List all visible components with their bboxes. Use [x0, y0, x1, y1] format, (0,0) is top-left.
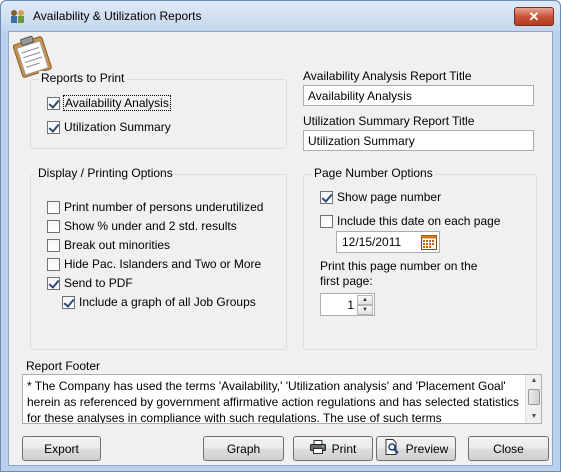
show-page-number-checkbox[interactable]: Show page number: [320, 189, 441, 205]
display-options-label: Display / Printing Options: [36, 166, 175, 180]
first-page-number-spinner[interactable]: 1 ▲ ▼: [320, 293, 375, 316]
close-button[interactable]: Close: [468, 436, 549, 461]
scroll-up-icon[interactable]: ▲: [528, 376, 540, 386]
utilization-summary-label: Utilization Summary: [64, 120, 171, 134]
graph-button-label: Graph: [226, 441, 261, 456]
include-date-check[interactable]: [320, 214, 333, 228]
preview-button[interactable]: Preview: [376, 436, 456, 461]
persons-underutilized-checkbox[interactable]: Print number of persons underutilized: [47, 199, 263, 215]
persons-underutilized-label: Print number of persons underutilized: [64, 200, 264, 214]
include-date-checkbox[interactable]: Include this date on each page: [320, 213, 500, 229]
report-footer-label: Report Footer: [26, 359, 101, 373]
availability-title-label: Availability Analysis Report Title: [303, 69, 472, 83]
persons-underutilized-check[interactable]: [47, 200, 60, 214]
show-page-number-label: Show page number: [337, 190, 442, 204]
spin-up-icon[interactable]: ▲: [357, 295, 373, 305]
window-title: Availability & Utilization Reports: [33, 9, 202, 23]
utilization-title-input[interactable]: Utilization Summary: [303, 130, 534, 151]
title-bar[interactable]: Availability & Utilization Reports ✕: [1, 1, 560, 31]
availability-title-input[interactable]: Availability Analysis: [303, 85, 534, 106]
report-footer-text: * The Company has used the terms 'Availa…: [27, 379, 520, 424]
utilization-title-label: Utilization Summary Report Title: [303, 114, 475, 128]
hide-pac-islanders-checkbox[interactable]: Hide Pac. Islanders and Two or More: [47, 256, 261, 272]
close-button-label: Close: [493, 441, 524, 456]
preview-icon: [384, 439, 400, 458]
print-button[interactable]: Print: [293, 436, 373, 461]
reports-to-print-group: [30, 79, 287, 149]
show-percent-under-label: Show % under and 2 std. results: [64, 219, 237, 233]
calendar-icon[interactable]: [421, 234, 437, 250]
scroll-thumb[interactable]: [528, 389, 540, 405]
availability-analysis-check[interactable]: [47, 96, 60, 110]
show-percent-under-checkbox[interactable]: Show % under and 2 std. results: [47, 218, 237, 234]
footer-scrollbar[interactable]: ▲ ▼: [525, 375, 541, 423]
window-close-button[interactable]: ✕: [514, 7, 554, 26]
show-percent-under-check[interactable]: [47, 219, 60, 233]
include-graph-checkbox[interactable]: Include a graph of all Job Groups: [62, 294, 256, 310]
hide-pac-islanders-label: Hide Pac. Islanders and Two or More: [64, 257, 262, 271]
print-button-label: Print: [331, 441, 357, 456]
utilization-summary-check[interactable]: [47, 120, 60, 134]
app-icon: [9, 9, 27, 25]
spin-down-icon[interactable]: ▼: [357, 305, 373, 315]
utilization-summary-checkbox[interactable]: Utilization Summary: [47, 119, 171, 135]
first-page-number-label: Print this page number on the first page…: [320, 259, 478, 288]
send-to-pdf-checkbox[interactable]: Send to PDF: [47, 275, 133, 291]
availability-analysis-checkbox[interactable]: Availability Analysis: [47, 95, 171, 111]
reports-to-print-label: Reports to Print: [39, 71, 127, 85]
send-to-pdf-check[interactable]: [47, 276, 60, 290]
scroll-down-icon[interactable]: ▼: [528, 412, 540, 422]
dialog-body: Reports to Print Availability Analysis U…: [8, 31, 553, 466]
break-out-minorities-label: Break out minorities: [64, 238, 171, 252]
graph-button[interactable]: Graph: [203, 436, 284, 461]
include-graph-check[interactable]: [62, 295, 75, 309]
hide-pac-islanders-check[interactable]: [47, 257, 60, 271]
date-picker[interactable]: 12/15/2011: [336, 231, 440, 253]
export-button-label: Export: [44, 441, 79, 456]
date-value: 12/15/2011: [342, 235, 402, 249]
break-out-minorities-checkbox[interactable]: Break out minorities: [47, 237, 170, 253]
printer-icon: [309, 440, 326, 457]
availability-analysis-label: Availability Analysis: [63, 95, 171, 111]
show-page-number-check[interactable]: [320, 190, 333, 204]
report-footer-textarea[interactable]: * The Company has used the terms 'Availa…: [22, 374, 542, 424]
include-graph-label: Include a graph of all Job Groups: [79, 295, 256, 309]
send-to-pdf-label: Send to PDF: [64, 276, 133, 290]
include-date-label: Include this date on each page: [337, 214, 501, 228]
break-out-minorities-check[interactable]: [47, 238, 60, 252]
first-page-number-value: 1: [347, 298, 354, 312]
export-button[interactable]: Export: [22, 436, 101, 461]
report-dialog-window: Availability & Utilization Reports ✕ Rep…: [0, 0, 561, 472]
page-number-options-label: Page Number Options: [312, 166, 435, 180]
preview-button-label: Preview: [405, 441, 449, 456]
